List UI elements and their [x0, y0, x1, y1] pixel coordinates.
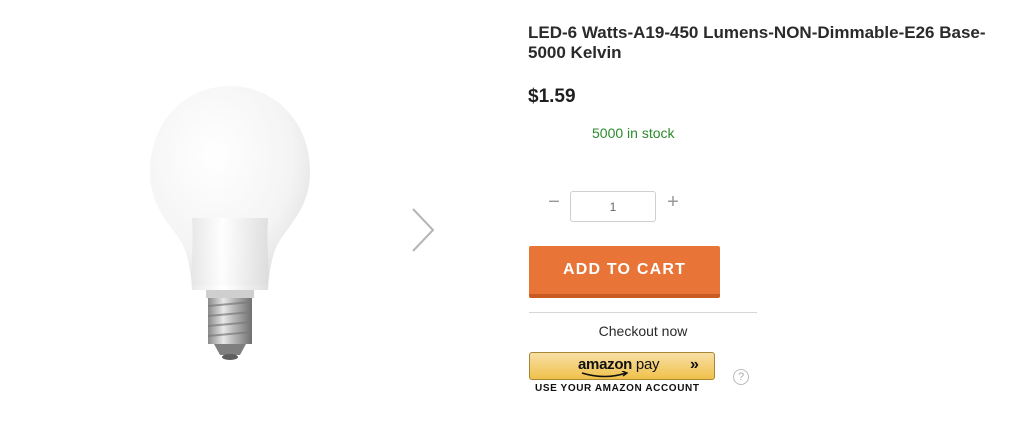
amazon-smile-icon	[581, 371, 629, 378]
double-chevron-icon: »	[690, 356, 699, 373]
chevron-right-icon[interactable]	[405, 203, 439, 257]
product-gallery	[0, 0, 520, 426]
quantity-decrease-button[interactable]: −	[546, 192, 562, 214]
divider	[529, 312, 757, 313]
light-bulb-image	[150, 86, 310, 360]
amazon-pay-caption: USE YOUR AMAZON ACCOUNT	[535, 383, 700, 394]
checkout-now-label: Checkout now	[598, 323, 688, 339]
product-price: $1.59	[528, 86, 576, 107]
amazon-pay-button[interactable]: amazon pay »	[529, 352, 715, 380]
help-icon[interactable]: ?	[733, 369, 749, 385]
quantity-increase-button[interactable]: +	[665, 192, 681, 214]
add-to-cart-button[interactable]: ADD TO CART	[529, 246, 720, 298]
stock-status: 5000 in stock	[592, 125, 675, 141]
quantity-input[interactable]	[570, 191, 656, 222]
product-title: LED-6 Watts-A19-450 Lumens-NON-Dimmable-…	[528, 23, 986, 62]
